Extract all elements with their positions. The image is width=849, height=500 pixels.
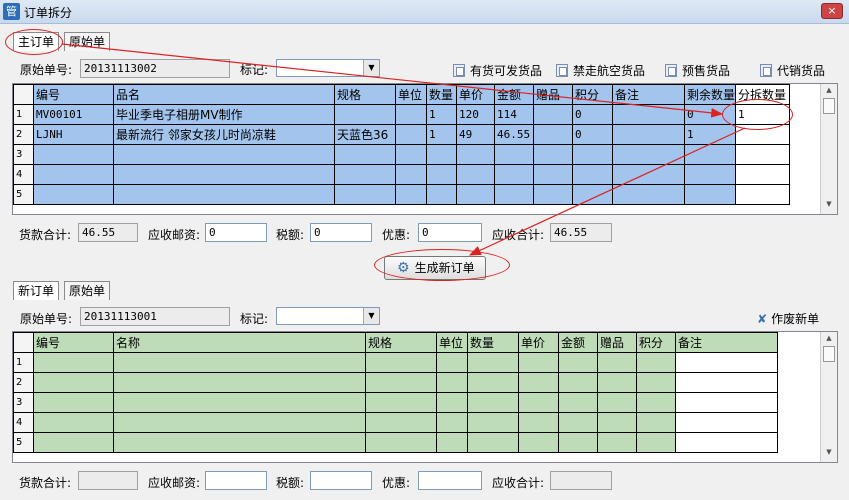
annotation-arrow-to-split: [61, 43, 724, 118]
annotation-arrow-to-generate: [468, 127, 746, 256]
annotation-arrows: [61, 43, 746, 256]
